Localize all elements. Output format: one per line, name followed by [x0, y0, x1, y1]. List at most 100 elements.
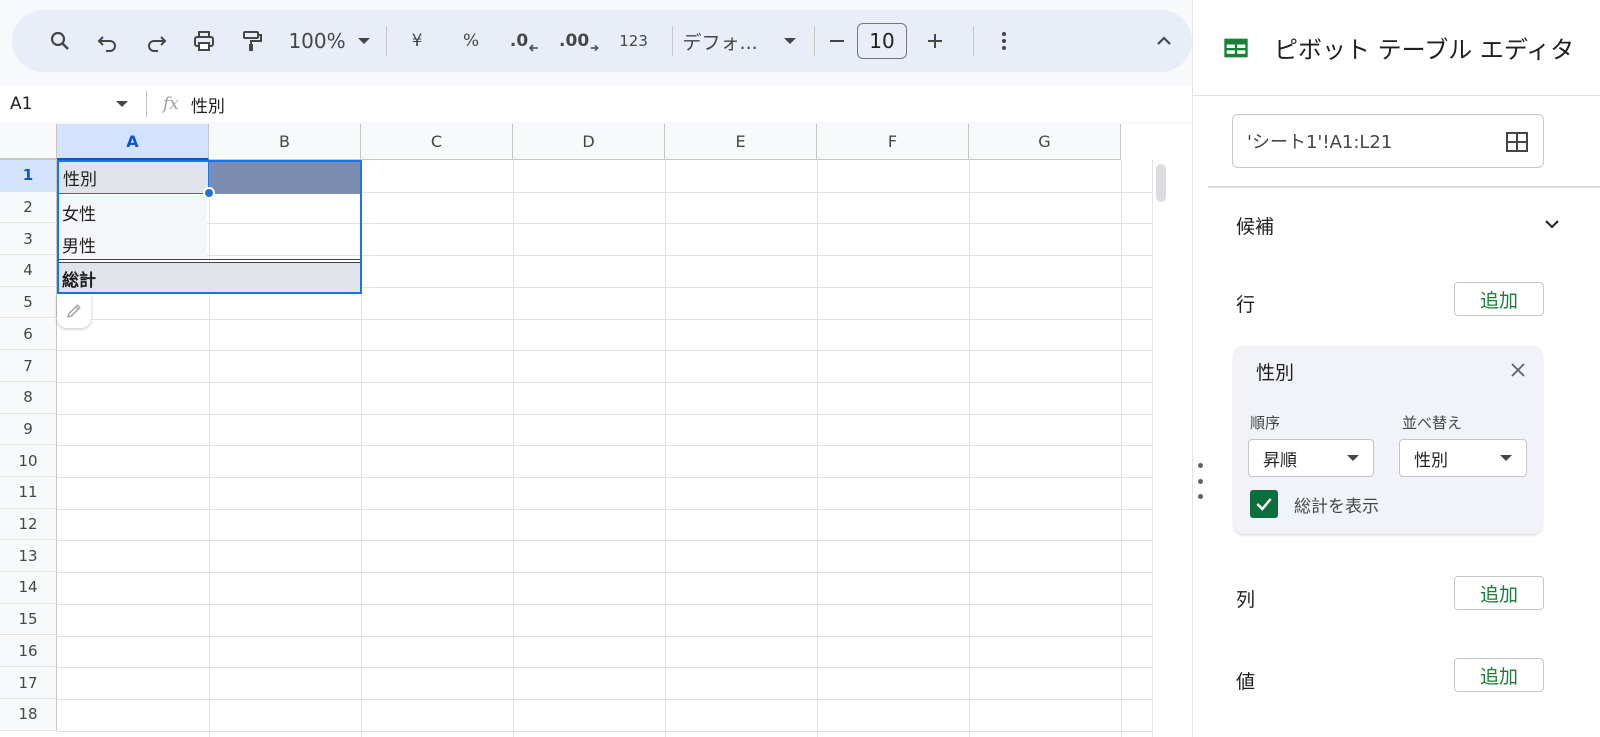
panel-title: ピボット テーブル エディタ — [1274, 36, 1575, 64]
vertical-scrollbar[interactable] — [1152, 160, 1168, 737]
font-size-input[interactable]: 10 — [856, 23, 908, 59]
chevron-up-icon[interactable] — [1144, 21, 1184, 61]
paint-format-icon[interactable] — [232, 21, 272, 61]
row-header-14[interactable]: 14 — [0, 572, 57, 604]
column-header-b[interactable]: B — [209, 124, 361, 160]
toolbar-divider — [671, 26, 673, 56]
columns-label: 列 — [1236, 589, 1256, 611]
grid-column-line — [209, 160, 210, 737]
grid-column-line — [1121, 160, 1122, 737]
row-header-17[interactable]: 17 — [0, 667, 57, 699]
grid-row-line — [57, 223, 1152, 225]
search-icon[interactable] — [40, 21, 80, 61]
chevron-down-icon — [116, 101, 128, 107]
redo-icon[interactable] — [136, 21, 176, 61]
decrease-decimal-label: .0 — [509, 31, 529, 51]
fill-handle[interactable] — [203, 187, 215, 199]
print-icon[interactable] — [184, 21, 224, 61]
more-vert-icon[interactable] — [984, 21, 1024, 61]
add-values-button[interactable]: 追加 — [1454, 658, 1544, 692]
column-header-d[interactable]: D — [513, 124, 665, 160]
chevron-down-icon[interactable] — [1540, 212, 1564, 236]
row-header-3[interactable]: 3 — [0, 223, 57, 256]
undo-icon[interactable] — [88, 21, 128, 61]
increase-decimal-button[interactable]: .00 — [559, 21, 600, 61]
grid-row-line — [57, 350, 1152, 352]
data-range-value: 'シート1'!A1:L21 — [1247, 132, 1393, 153]
column-header-a[interactable]: A — [57, 124, 209, 160]
font-select[interactable]: デフォ... — [682, 21, 797, 61]
row-header-7[interactable]: 7 — [0, 350, 57, 382]
order-select[interactable]: 昇順 — [1248, 439, 1374, 477]
add-rows-button[interactable]: 追加 — [1454, 282, 1544, 316]
row-header-11[interactable]: 11 — [0, 477, 57, 509]
name-box[interactable]: A1 — [0, 86, 146, 122]
grid-column-line — [969, 160, 970, 737]
values-label: 値 — [1236, 671, 1256, 693]
font-size-decrease-button[interactable] — [825, 21, 849, 61]
chevron-down-icon — [1500, 455, 1512, 461]
grid-row-line — [57, 603, 1152, 605]
row-header-2[interactable]: 2 — [0, 191, 57, 224]
data-range-input[interactable]: 'シート1'!A1:L21 — [1232, 114, 1544, 168]
row-header-1[interactable]: 1 — [0, 160, 57, 192]
zoom-select[interactable]: 100% — [288, 21, 370, 61]
grid-row-line — [57, 730, 1152, 732]
row-header-5[interactable]: 5 — [0, 286, 57, 319]
cell-b1[interactable] — [209, 160, 362, 194]
row-header-18[interactable]: 18 — [0, 698, 57, 731]
grid-column-line — [361, 160, 362, 737]
cell-a2[interactable]: 女性 — [57, 196, 207, 228]
sort-by-select[interactable]: 性別 — [1399, 439, 1527, 477]
add-columns-button[interactable]: 追加 — [1454, 576, 1544, 610]
formula-input[interactable]: 性別 — [191, 92, 225, 117]
select-all-corner[interactable] — [0, 124, 57, 160]
pencil-icon — [67, 304, 81, 318]
row-header-6[interactable]: 6 — [0, 318, 57, 351]
rows-label: 行 — [1236, 294, 1256, 316]
panel-divider — [1208, 186, 1600, 188]
drag-handle-icon[interactable] — [1193, 463, 1207, 499]
column-header-c[interactable]: C — [361, 124, 513, 160]
formula-bar: A1 fx 性別 — [0, 86, 1192, 122]
close-icon[interactable] — [1506, 358, 1530, 382]
row-header-15[interactable]: 15 — [0, 603, 57, 636]
scrollbar-thumb[interactable] — [1156, 164, 1166, 202]
cell-a4[interactable]: 総計 — [57, 263, 362, 294]
show-totals-label[interactable]: 総計を表示 — [1294, 492, 1379, 517]
row-field-name: 性別 — [1256, 362, 1295, 384]
decrease-decimal-button[interactable]: .0 — [505, 21, 545, 61]
spreadsheet-grid[interactable]: ABCDEFG 1 2 3 4 5 6 7 8 9 10 11 12 13 14 15 16 17 18 性別 女… — [0, 124, 1274, 737]
cell-a1[interactable]: 性別 — [57, 160, 209, 194]
grid-row-line — [57, 635, 1152, 637]
toolbar-divider — [814, 26, 815, 56]
show-totals-checkbox[interactable] — [1250, 490, 1278, 518]
row-header-8[interactable]: 8 — [0, 381, 57, 414]
row-header-9[interactable]: 9 — [0, 413, 57, 446]
toolbar-divider — [386, 26, 388, 56]
row-header-4[interactable]: 4 — [0, 255, 57, 287]
column-header-e[interactable]: E — [665, 124, 817, 160]
grid-row-line — [57, 508, 1152, 510]
grid-row-line — [57, 413, 1152, 415]
row-field-card: 性別 順序 並べ替え 昇順 性別 総計を表示 — [1234, 346, 1542, 534]
row-header-10[interactable]: 10 — [0, 445, 57, 477]
pivot-edit-button[interactable] — [57, 294, 91, 328]
cell-a3[interactable]: 男性 — [57, 228, 207, 260]
grid-column-line — [665, 160, 666, 737]
column-header-f[interactable]: F — [817, 124, 969, 160]
select-range-icon[interactable] — [1505, 130, 1529, 154]
font-value: デフォ... — [682, 31, 758, 54]
row-header-16[interactable]: 16 — [0, 635, 57, 668]
grid-row-line — [57, 445, 1152, 447]
percent-button[interactable]: % — [451, 21, 491, 61]
currency-button[interactable]: ¥ — [397, 21, 437, 61]
row-header-12[interactable]: 12 — [0, 508, 57, 541]
row-header-13[interactable]: 13 — [0, 540, 57, 573]
column-header-g[interactable]: G — [969, 124, 1121, 160]
chevron-down-icon — [1347, 455, 1359, 461]
suggestions-label[interactable]: 候補 — [1236, 212, 1274, 239]
grid-row-line — [57, 667, 1152, 669]
number-format-button[interactable]: 123 — [614, 21, 654, 61]
font-size-increase-button[interactable] — [915, 21, 955, 61]
